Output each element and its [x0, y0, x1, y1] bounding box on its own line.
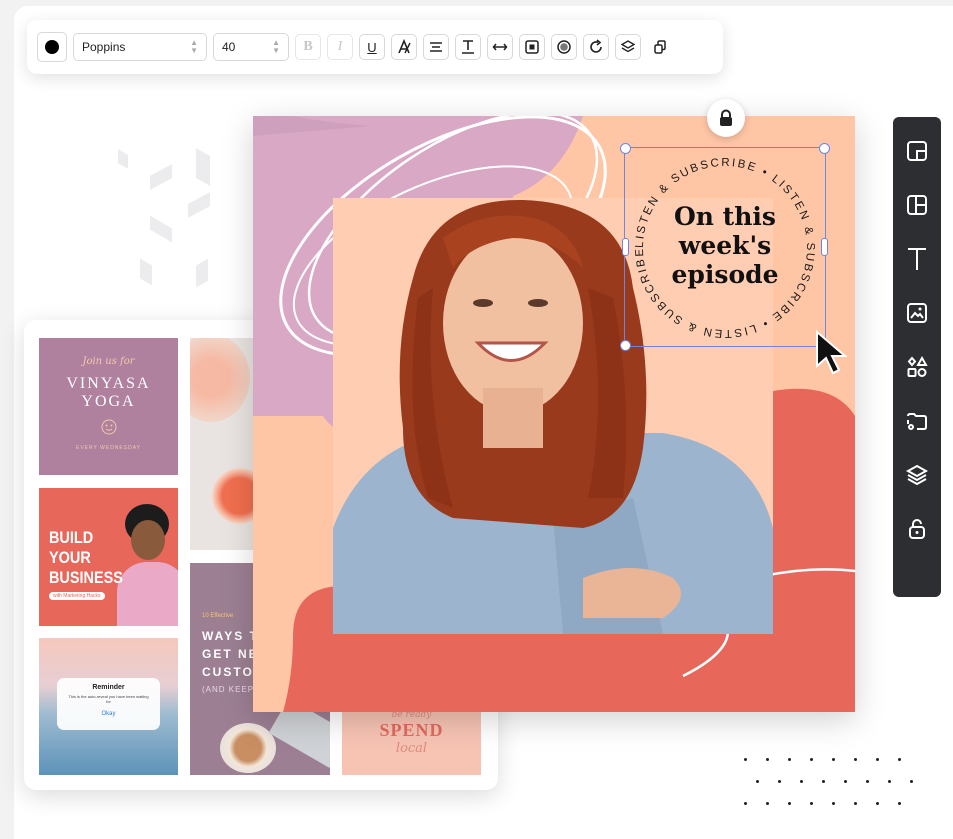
resize-handle-mr[interactable] [821, 238, 828, 256]
text-box-icon [525, 40, 539, 54]
text-style-button[interactable] [391, 34, 417, 60]
ways-line2: GET NE [202, 647, 259, 661]
template-icon [907, 141, 927, 161]
letter-spacing-icon [492, 43, 508, 51]
drink-glass [190, 338, 250, 422]
line-height-icon [462, 40, 474, 54]
elements-tool-button[interactable] [902, 349, 932, 385]
rotate-button[interactable] [583, 34, 609, 60]
design-canvas[interactable]: LISTEN & SUBSCRIBE • LISTEN & SUBSCRIBE … [253, 116, 855, 712]
layout-icon [907, 195, 927, 215]
layers-icon [620, 40, 636, 53]
letter-spacing-button[interactable] [487, 34, 513, 60]
coffee-cup [220, 723, 276, 773]
underline-icon: U [367, 39, 377, 55]
tools-sidebar [893, 117, 941, 597]
yoga-line2: YOGA [81, 393, 136, 410]
reminder-title: Reminder [92, 684, 125, 691]
mouse-cursor-icon [816, 330, 848, 375]
business-tag: with Marketing Hacks [49, 592, 105, 600]
text-box-button[interactable] [519, 34, 545, 60]
italic-icon: I [337, 39, 343, 54]
yoga-line1: VINYASA [66, 375, 151, 392]
headline-text: On this week's episode [625, 202, 825, 289]
layers-tool-button[interactable] [902, 457, 932, 493]
upload-tool-button[interactable] [902, 403, 932, 439]
text-tool-button[interactable] [902, 241, 932, 277]
opacity-icon [557, 40, 571, 54]
business-person [117, 504, 178, 626]
color-dot [45, 40, 59, 54]
font-family-value: Poppins [82, 40, 126, 54]
text-icon [908, 248, 926, 270]
resize-handle-ml[interactable] [622, 238, 629, 256]
ways-line3: CUSTO [202, 665, 254, 679]
reminder-dialog: Reminder This is the auto-reveal you hav… [57, 678, 160, 730]
image-tool-button[interactable] [902, 295, 932, 331]
business-line1: BUILD [49, 528, 94, 547]
elements-icon [907, 355, 928, 377]
template-business[interactable]: BUILD YOUR BUSINESS with Marketing Hacks [39, 488, 178, 626]
headline-line2: week's [678, 231, 772, 260]
lock-tool-button[interactable] [902, 511, 932, 547]
layout-tool-button[interactable] [902, 187, 932, 223]
upload-icon [907, 413, 927, 430]
underline-button[interactable]: U [359, 34, 385, 60]
yoga-script: Join us for [82, 356, 135, 367]
template-yoga[interactable]: Join us for VINYASA YOGA EVERY WEDNESDAY [39, 338, 178, 475]
lock-icon [720, 109, 732, 126]
ways-line1: WAYS T [202, 629, 259, 643]
select-arrows-icon: ▲ ▼ [272, 38, 280, 55]
resize-handle-tl[interactable] [620, 143, 631, 154]
rotate-icon [590, 39, 602, 53]
ways-small: 10 Effective [202, 613, 234, 619]
line-height-button[interactable] [455, 34, 481, 60]
font-family-select[interactable]: Poppins ▲ ▼ [73, 33, 207, 61]
align-center-icon [430, 42, 442, 52]
reminder-body: This is the auto-reveal you have been wa… [68, 694, 149, 704]
font-size-select[interactable]: 40 ▲ ▼ [213, 33, 289, 61]
opacity-button[interactable] [551, 34, 577, 60]
select-arrows-icon: ▲ ▼ [190, 38, 198, 55]
text-style-icon [398, 39, 411, 54]
reminder-okay-button: Okay [101, 711, 116, 717]
bold-button[interactable]: B [295, 34, 321, 60]
align-button[interactable] [423, 34, 449, 60]
business-line3: BUSINESS [49, 568, 123, 587]
template-citrus[interactable] [190, 338, 255, 550]
duplicate-icon [654, 40, 666, 54]
business-line2: YOUR [49, 548, 91, 567]
headline-line1: On this [674, 202, 776, 231]
font-size-value: 40 [222, 40, 236, 54]
duplicate-button[interactable] [647, 34, 673, 60]
resize-handle-bl[interactable] [620, 340, 631, 351]
lock-button[interactable] [707, 99, 745, 137]
text-color-button[interactable] [37, 32, 67, 62]
resize-handle-tr[interactable] [819, 143, 830, 154]
sparkle-icon [101, 419, 116, 435]
text-toolbar: Poppins ▲ ▼ 40 ▲ ▼ B I U [27, 20, 723, 74]
template-reminder[interactable]: Reminder This is the auto-reveal you hav… [39, 638, 178, 775]
templates-tool-button[interactable] [902, 133, 932, 169]
italic-button[interactable]: I [327, 34, 353, 60]
citrus-slice [212, 468, 255, 524]
spend-script-bottom: local [395, 741, 428, 756]
selected-text-element[interactable]: LISTEN & SUBSCRIBE • LISTEN & SUBSCRIBE … [620, 143, 830, 351]
lock-open-icon [909, 519, 925, 539]
spend-line1: SPEND [379, 720, 444, 740]
layers-icon [905, 464, 929, 486]
layers-button[interactable] [615, 34, 641, 60]
headline-line3: episode [671, 260, 779, 289]
bold-icon: B [303, 39, 313, 54]
ways-line4: (AND KEEP [202, 685, 255, 694]
yoga-footer: EVERY WEDNESDAY [75, 445, 141, 451]
image-icon [907, 303, 927, 323]
